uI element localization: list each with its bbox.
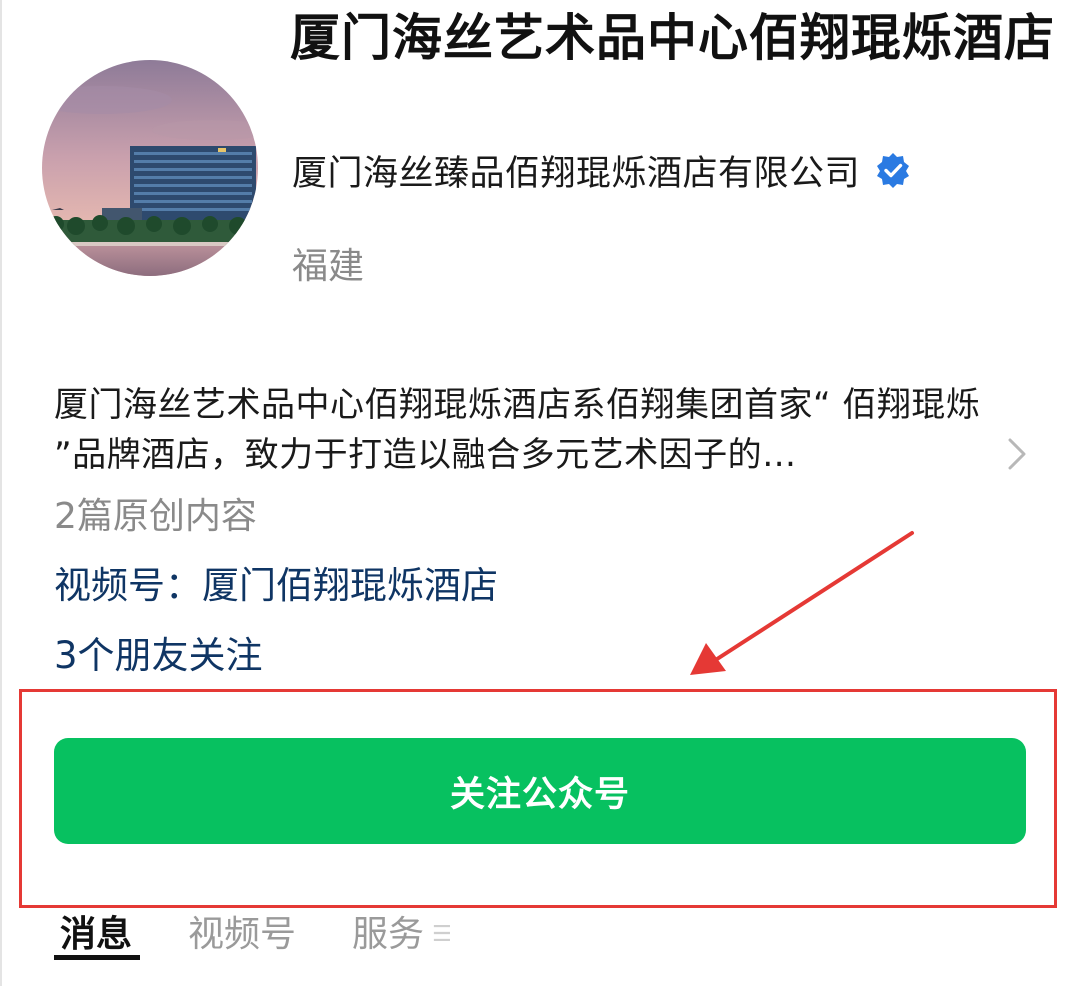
tab-services[interactable]: 服务 [352,907,424,963]
account-profile-page: 厦门海丝艺术品中心佰翔琨烁酒店 厦门海丝臻品佰翔琨烁酒店有限公司 福建 厦门海丝… [0,0,1079,986]
active-tab-underline [54,955,140,960]
tab-video-channel[interactable]: 视频号 [188,907,296,963]
original-content-count: 2篇原创内容 [54,496,257,537]
verified-badge-icon[interactable] [874,151,912,189]
account-description[interactable]: 厦门海丝艺术品中心佰翔琨烁酒店系佰翔集团首家“ 佰翔琨烁 ”品牌酒店，致力于打造… [54,380,1010,480]
friends-following-link[interactable]: 3个朋友关注 [54,628,263,684]
left-edge-divider [0,0,2,986]
avatar[interactable] [42,60,258,276]
company-row[interactable]: 厦门海丝臻品佰翔琨烁酒店有限公司 [292,142,912,198]
chevron-right-icon[interactable] [1004,434,1030,474]
account-name: 厦门海丝艺术品中心佰翔琨烁酒店 [290,9,1055,67]
menu-lines-icon[interactable]: ☰ [432,907,452,963]
hotel-photo [42,60,258,276]
video-channel-link[interactable]: 视频号：厦门佰翔琨烁酒店 [54,558,498,614]
annotation-arrow-icon [690,531,914,675]
follow-account-button[interactable]: 关注公众号 [54,738,1026,844]
region-label: 福建 [292,246,365,287]
company-name: 厦门海丝臻品佰翔琨烁酒店有限公司 [292,153,861,194]
